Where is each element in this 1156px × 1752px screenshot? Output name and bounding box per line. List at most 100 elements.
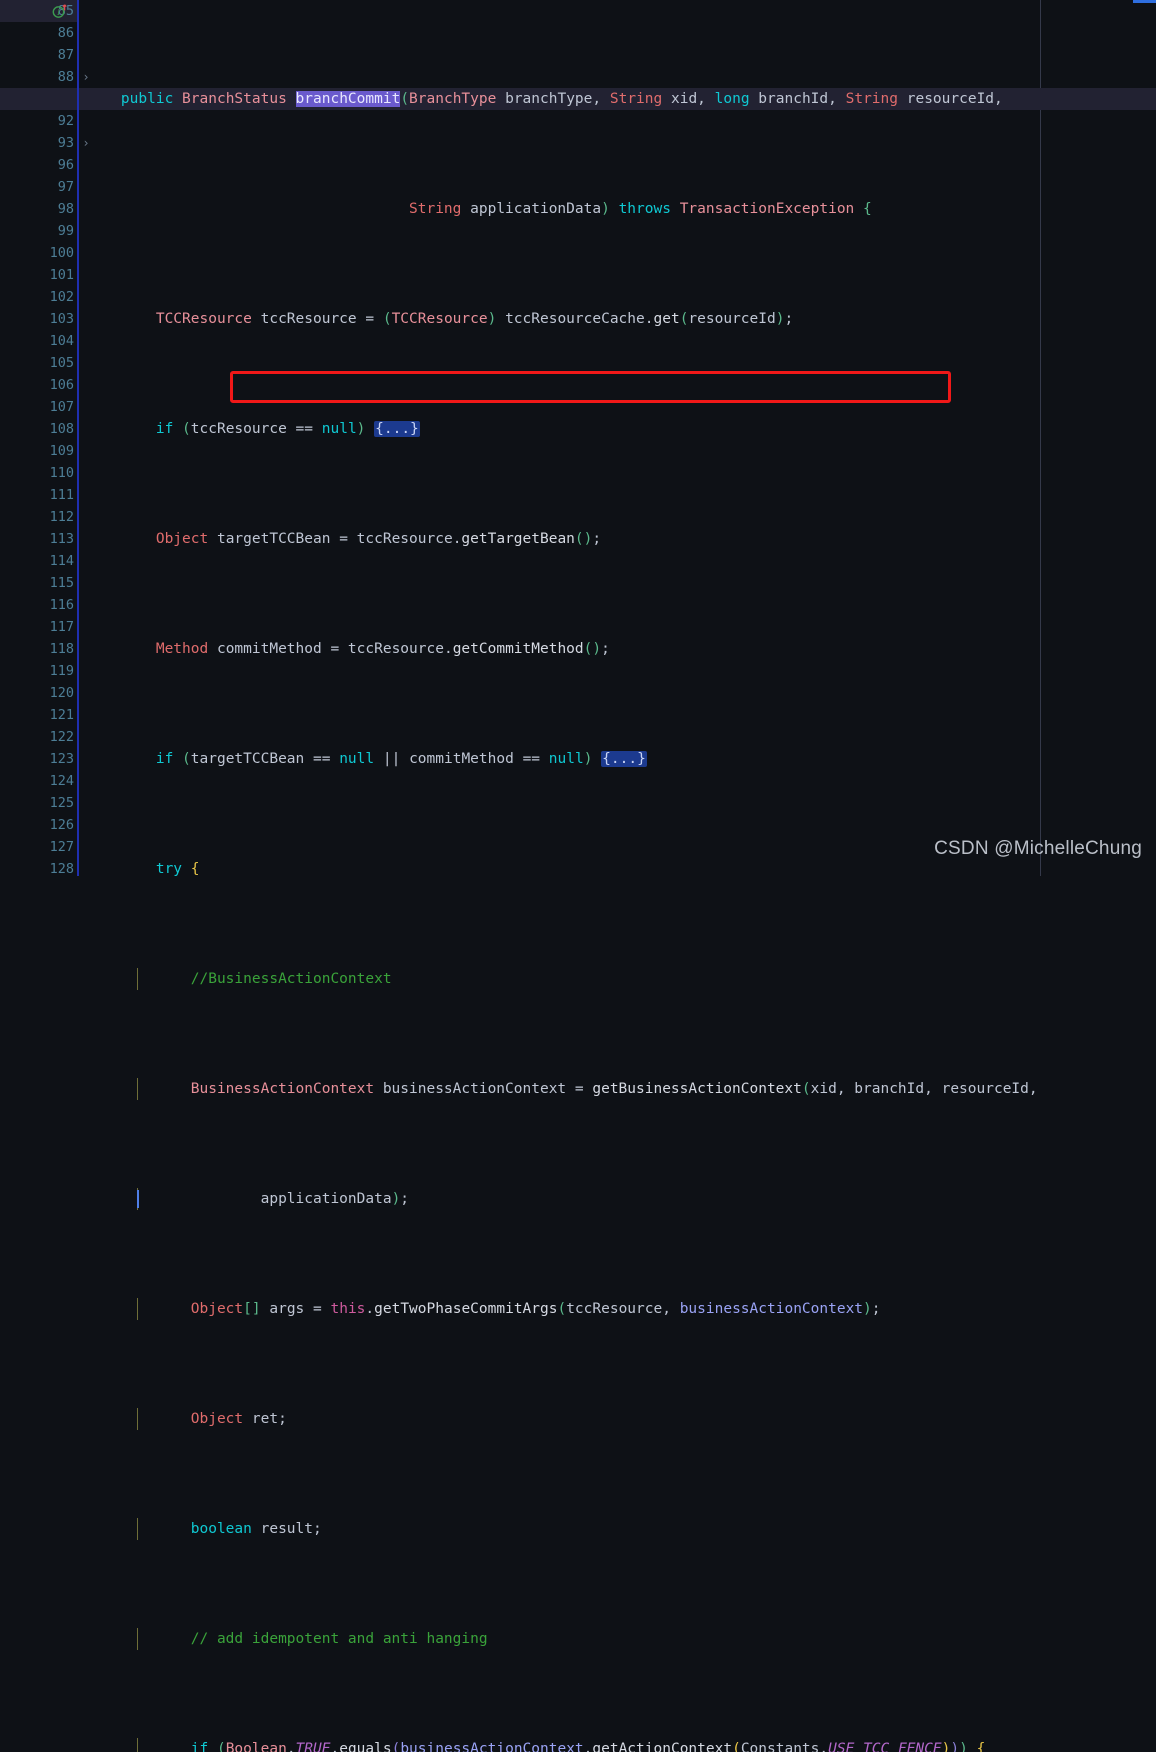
gutter-line[interactable]: 110 — [0, 462, 78, 484]
gutter-line[interactable]: 106 — [0, 374, 78, 396]
indent-guide — [137, 1628, 138, 1650]
indent-guide — [137, 1408, 138, 1430]
folded-code-region[interactable]: {...} — [374, 421, 420, 437]
code-token: ( — [557, 1301, 567, 1317]
gutter-line[interactable]: 127 — [0, 836, 78, 858]
gutter-line[interactable]: 125 — [0, 792, 78, 814]
gutter-line[interactable]: 118 — [0, 638, 78, 660]
gutter-line[interactable]: 126 — [0, 814, 78, 836]
gutter-line[interactable]: 96 — [0, 154, 78, 176]
gutter-line[interactable]: 99 — [0, 220, 78, 242]
code-line[interactable]: // add idempotent and anti hanging — [86, 1628, 1156, 1650]
gutter-line[interactable]: 112 — [0, 506, 78, 528]
code-line[interactable]: Object[] args = this.getTwoPhaseCommitAr… — [86, 1298, 1156, 1320]
gutter-line[interactable]: 119 — [0, 660, 78, 682]
code-line[interactable]: BusinessActionContext businessActionCont… — [86, 1078, 1156, 1100]
code-token: result — [251, 1521, 313, 1537]
gutter-line[interactable]: 104 — [0, 330, 78, 352]
code-content[interactable]: public BranchStatus branchCommit(BranchT… — [0, 0, 1156, 1752]
svg-text:I: I — [56, 8, 60, 17]
code-token: , — [1028, 1081, 1038, 1097]
gutter-line[interactable]: 120 — [0, 682, 78, 704]
gutter-line[interactable]: 121 — [0, 704, 78, 726]
code-token: resourceId — [941, 1081, 1029, 1097]
gutter-line[interactable]: 114 — [0, 550, 78, 572]
vertical-scrollbar-thumb[interactable] — [1133, 0, 1156, 3]
gutter-line[interactable]: 88 › — [0, 66, 90, 88]
code-token: getActionContext — [592, 1741, 733, 1752]
gutter-line[interactable]: 111 — [0, 484, 78, 506]
code-line[interactable]: public BranchStatus branchCommit(BranchT… — [0, 88, 1156, 110]
selected-identifier[interactable]: branchCommit — [295, 91, 401, 107]
code-token: getTwoPhaseCommitArgs — [374, 1301, 558, 1317]
code-line[interactable]: try { — [86, 858, 1156, 880]
gutter-line[interactable]: 97 — [0, 176, 78, 198]
gutter-line[interactable]: 103 — [0, 308, 78, 330]
line-number: 126 — [49, 817, 74, 833]
code-line[interactable]: Object ret; — [86, 1408, 1156, 1430]
line-number: 116 — [49, 597, 74, 613]
gutter-line[interactable]: 128 — [0, 858, 78, 880]
code-token: = — [313, 1301, 331, 1317]
indent-guide — [137, 968, 138, 990]
gutter-line[interactable]: 122 — [0, 726, 78, 748]
code-token: getCommitMethod — [452, 641, 584, 657]
gutter-line[interactable]: 109 — [0, 440, 78, 462]
code-token: . — [583, 1741, 593, 1752]
code-editor[interactable]: 85I 86 87 88› 91 92 93› 96 97 98 99 100 … — [0, 0, 1156, 1752]
gutter-line[interactable]: 116 — [0, 594, 78, 616]
gutter-line[interactable]: 107 — [0, 396, 78, 418]
code-line[interactable]: if (Boolean.TRUE.equals(businessActionCo… — [86, 1738, 1156, 1752]
gutter-line[interactable]: 100 — [0, 242, 78, 264]
code-token: get — [653, 311, 680, 327]
gutter-line[interactable]: 113 — [0, 528, 78, 550]
gutter-line[interactable]: 85 I — [0, 0, 78, 22]
gutter-line[interactable]: 98 — [0, 198, 78, 220]
folded-code-region[interactable]: {...} — [601, 751, 647, 767]
gutter-line[interactable]: 93 › — [0, 132, 90, 154]
code-line[interactable]: TCCResource tccResource = (TCCResource) … — [86, 308, 1156, 330]
code-line[interactable]: String applicationData) throws Transacti… — [86, 198, 1156, 220]
code-token: ) — [391, 1191, 401, 1207]
gutter-line[interactable]: 101 — [0, 264, 78, 286]
gutter-line[interactable]: 105 — [0, 352, 78, 374]
code-line[interactable]: if (tccResource == null) {...} — [86, 418, 1156, 440]
line-number: 97 — [57, 179, 74, 195]
code-token: ; — [312, 1521, 322, 1537]
gutter-line[interactable]: 87 — [0, 44, 78, 66]
code-line[interactable]: boolean result; — [86, 1518, 1156, 1540]
code-token: . — [819, 1741, 829, 1752]
code-line[interactable]: Method commitMethod = tccResource.getCom… — [86, 638, 1156, 660]
code-token: commitMethod — [409, 751, 523, 767]
gutter-line[interactable]: 86 — [0, 22, 78, 44]
code-line[interactable]: applicationData); — [86, 1188, 1156, 1210]
line-number: 117 — [49, 619, 74, 635]
gutter-line[interactable]: 117 — [0, 616, 78, 638]
gutter-line[interactable]: 108 — [0, 418, 78, 440]
code-line[interactable]: Object targetTCCBean = tccResource.getTa… — [86, 528, 1156, 550]
code-line[interactable]: if (targetTCCBean == null || commitMetho… — [86, 748, 1156, 770]
code-token: businessActionContext — [374, 1081, 575, 1097]
indent-guide — [137, 1298, 138, 1320]
code-token: , — [828, 91, 846, 107]
code-line[interactable]: //BusinessActionContext — [86, 968, 1156, 990]
implementing-method-icon[interactable]: I — [52, 3, 68, 19]
line-number: 88 — [57, 69, 74, 85]
code-token: ret — [243, 1411, 279, 1427]
code-token: . — [286, 1741, 296, 1752]
gutter-line[interactable]: 123 — [0, 748, 78, 770]
code-token: [] — [243, 1301, 261, 1317]
code-token: resourceId — [898, 91, 995, 107]
gutter-line[interactable]: 124 — [0, 770, 78, 792]
code-token: //BusinessActionContext — [190, 971, 392, 987]
code-token: , — [697, 91, 715, 107]
gutter-line[interactable]: 115 — [0, 572, 78, 594]
gutter-line[interactable]: 102 — [0, 286, 78, 308]
gutter-line[interactable]: 92 — [0, 110, 78, 132]
